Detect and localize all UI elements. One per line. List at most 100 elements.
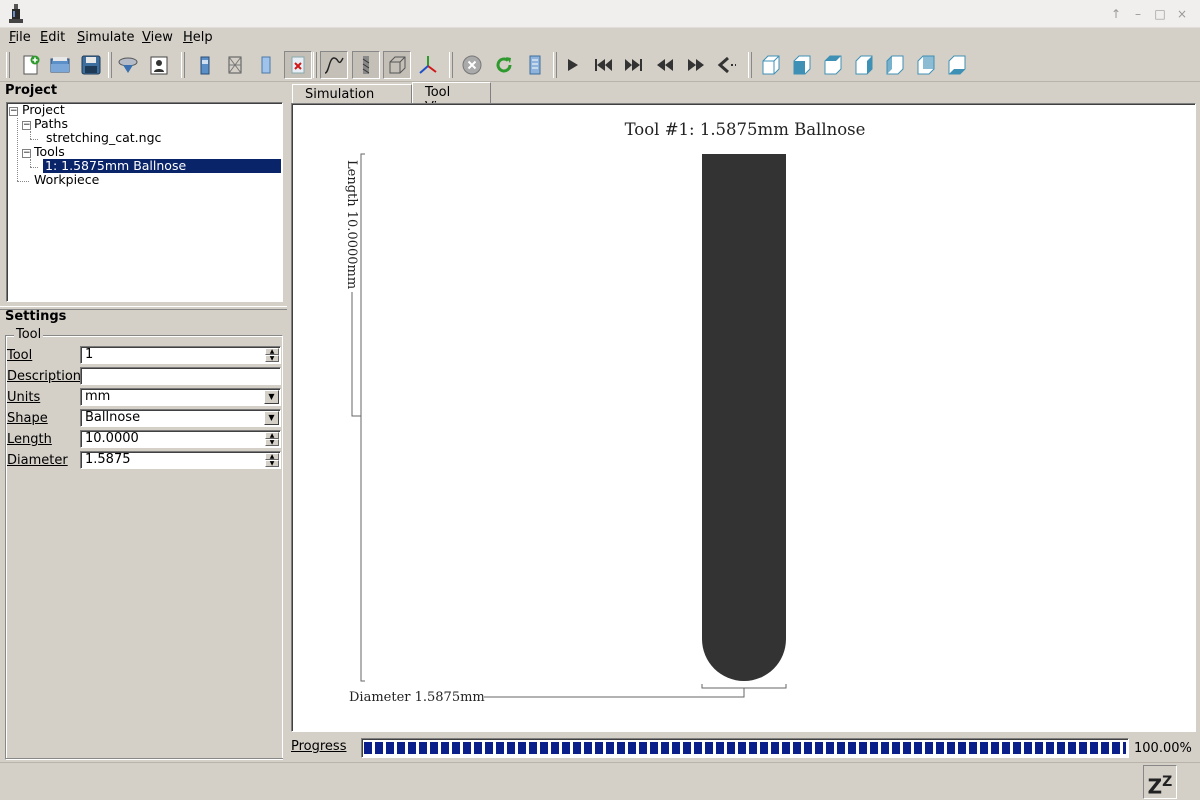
toolbar-separator-2	[181, 52, 185, 78]
close-icon[interactable]: ×	[1174, 6, 1190, 22]
toggle-axes-icon	[419, 56, 437, 74]
step-back-single-button[interactable]	[713, 51, 741, 79]
tab-tool-view[interactable]: Tool View	[412, 82, 491, 115]
minimize-icon[interactable]: –	[1130, 6, 1146, 22]
tree-line	[30, 139, 38, 140]
tree-item-path-file[interactable]: stretching_cat.ngc	[46, 131, 161, 145]
shape-value: Ballnose	[85, 410, 141, 425]
menu-file-label: ile	[15, 30, 31, 45]
toolbar-separator-1	[108, 52, 112, 78]
diameter-spinbox[interactable]: 1.5875 ▲ ▼	[80, 451, 281, 469]
view-back-button[interactable]	[912, 51, 940, 79]
spin-down-icon[interactable]: ▼	[265, 355, 279, 362]
tool-number-value: 1	[85, 347, 94, 362]
length-leader-line	[351, 292, 361, 417]
simulation-settings-button[interactable]	[521, 51, 549, 79]
toggle-axes-button[interactable]	[414, 51, 442, 79]
play-button[interactable]	[558, 51, 586, 79]
spin-up-icon[interactable]: ▲	[265, 432, 279, 439]
toggle-path-button[interactable]	[320, 51, 348, 79]
toggle-workpiece-button[interactable]	[383, 51, 411, 79]
menu-view-label: iew	[150, 30, 173, 45]
toolbar-handle[interactable]	[6, 52, 10, 78]
diameter-label: Diameter	[7, 453, 68, 468]
menu-help[interactable]: Help	[183, 30, 213, 45]
tree-item-tools[interactable]: Tools	[34, 145, 65, 159]
maximize-icon[interactable]: □	[1152, 6, 1168, 22]
progress-bar-fill	[364, 742, 1126, 754]
units-select[interactable]: mm ▼	[80, 388, 281, 406]
tool-settings-group: Tool Tool 1 ▲ ▼ Description Units mm ▼ Sh…	[5, 327, 283, 760]
spin-down-icon[interactable]: ▼	[265, 460, 279, 467]
menu-simulate[interactable]: Simulate	[77, 30, 134, 45]
view-iso-button[interactable]	[757, 51, 785, 79]
settings-panel-title: Settings	[5, 309, 67, 324]
toggle-tool-button[interactable]	[352, 51, 380, 79]
view-top-button[interactable]	[788, 51, 816, 79]
tool-view-canvas[interactable]: Tool #1: 1.5875mm Ballnose Length 10.000…	[291, 103, 1196, 732]
menu-edit[interactable]: Edit	[40, 30, 65, 45]
chevron-down-icon[interactable]: ▼	[264, 390, 279, 404]
tree-toggle-paths[interactable]: −	[22, 121, 31, 130]
open-project-button[interactable]	[46, 51, 74, 79]
menu-view[interactable]: View	[142, 30, 173, 45]
tab-simulation-view[interactable]: Simulation View	[292, 84, 412, 117]
stop-simulation-icon	[462, 55, 482, 75]
import-tool-icon	[118, 57, 138, 73]
tool-shape-button[interactable]	[252, 51, 280, 79]
spin-up-icon[interactable]: ▲	[265, 453, 279, 460]
chevron-down-icon[interactable]: ▼	[264, 411, 279, 425]
skip-to-end-button[interactable]	[620, 51, 648, 79]
skip-to-end-icon	[625, 59, 642, 71]
diameter-leader-line	[484, 688, 745, 698]
menu-file[interactable]: File	[9, 30, 31, 45]
skip-to-start-button[interactable]	[589, 51, 617, 79]
tree-item-paths[interactable]: Paths	[34, 117, 68, 131]
tree-item-tool-1[interactable]: 1: 1.5875mm Ballnose	[43, 159, 281, 173]
wireframe-block-button[interactable]	[221, 51, 249, 79]
step-back-button[interactable]	[651, 51, 679, 79]
wireframe-block-icon	[228, 56, 242, 74]
user-profile-button[interactable]	[145, 51, 173, 79]
stop-simulation-button[interactable]	[458, 51, 486, 79]
menu-edit-accel: E	[40, 30, 49, 45]
view-front-button[interactable]	[819, 51, 847, 79]
project-tree[interactable]: − Project − Paths stretching_cat.ngc − T…	[6, 102, 283, 302]
step-forward-button[interactable]	[682, 51, 710, 79]
step-back-icon	[657, 59, 673, 71]
tree-toggle-project[interactable]: −	[9, 107, 18, 116]
view-iso-icon	[762, 55, 780, 75]
sleep-icon-sup: Z	[1162, 774, 1173, 790]
delete-tool-button[interactable]	[284, 51, 312, 79]
new-project-button[interactable]	[16, 51, 44, 79]
up-arrow-icon[interactable]: ↑	[1108, 6, 1124, 22]
tree-item-project[interactable]: Project	[22, 103, 65, 117]
view-top-icon	[793, 55, 811, 75]
length-spinbox[interactable]: 10.0000 ▲ ▼	[80, 430, 281, 448]
delete-tool-icon	[291, 56, 305, 74]
panel-divider	[5, 758, 283, 759]
view-right-icon	[886, 55, 904, 75]
tree-toggle-tools[interactable]: −	[22, 149, 31, 158]
import-tool-button[interactable]	[114, 51, 142, 79]
description-field[interactable]	[80, 367, 281, 385]
view-right-button[interactable]	[881, 51, 909, 79]
view-bottom-button[interactable]	[943, 51, 971, 79]
solid-block-button[interactable]	[191, 51, 219, 79]
spin-up-icon[interactable]: ▲	[265, 348, 279, 355]
toggle-path-icon	[324, 57, 344, 74]
tree-line	[17, 118, 18, 181]
view-left-button[interactable]	[850, 51, 878, 79]
shape-select[interactable]: Ballnose ▼	[80, 409, 281, 427]
sleep-icon-letter: Z	[1147, 774, 1163, 799]
length-stepper[interactable]: ▲ ▼	[265, 432, 279, 446]
reload-button[interactable]	[490, 51, 518, 79]
tool-number-stepper[interactable]: ▲ ▼	[265, 348, 279, 362]
save-project-button[interactable]	[77, 51, 105, 79]
tool-number-spinbox[interactable]: 1 ▲ ▼	[80, 346, 281, 364]
tree-item-workpiece[interactable]: Workpiece	[34, 173, 99, 187]
spin-down-icon[interactable]: ▼	[265, 439, 279, 446]
toolbar-separator-3	[313, 52, 317, 78]
diameter-stepper[interactable]: ▲ ▼	[265, 453, 279, 467]
main-toolbar	[0, 48, 1200, 82]
